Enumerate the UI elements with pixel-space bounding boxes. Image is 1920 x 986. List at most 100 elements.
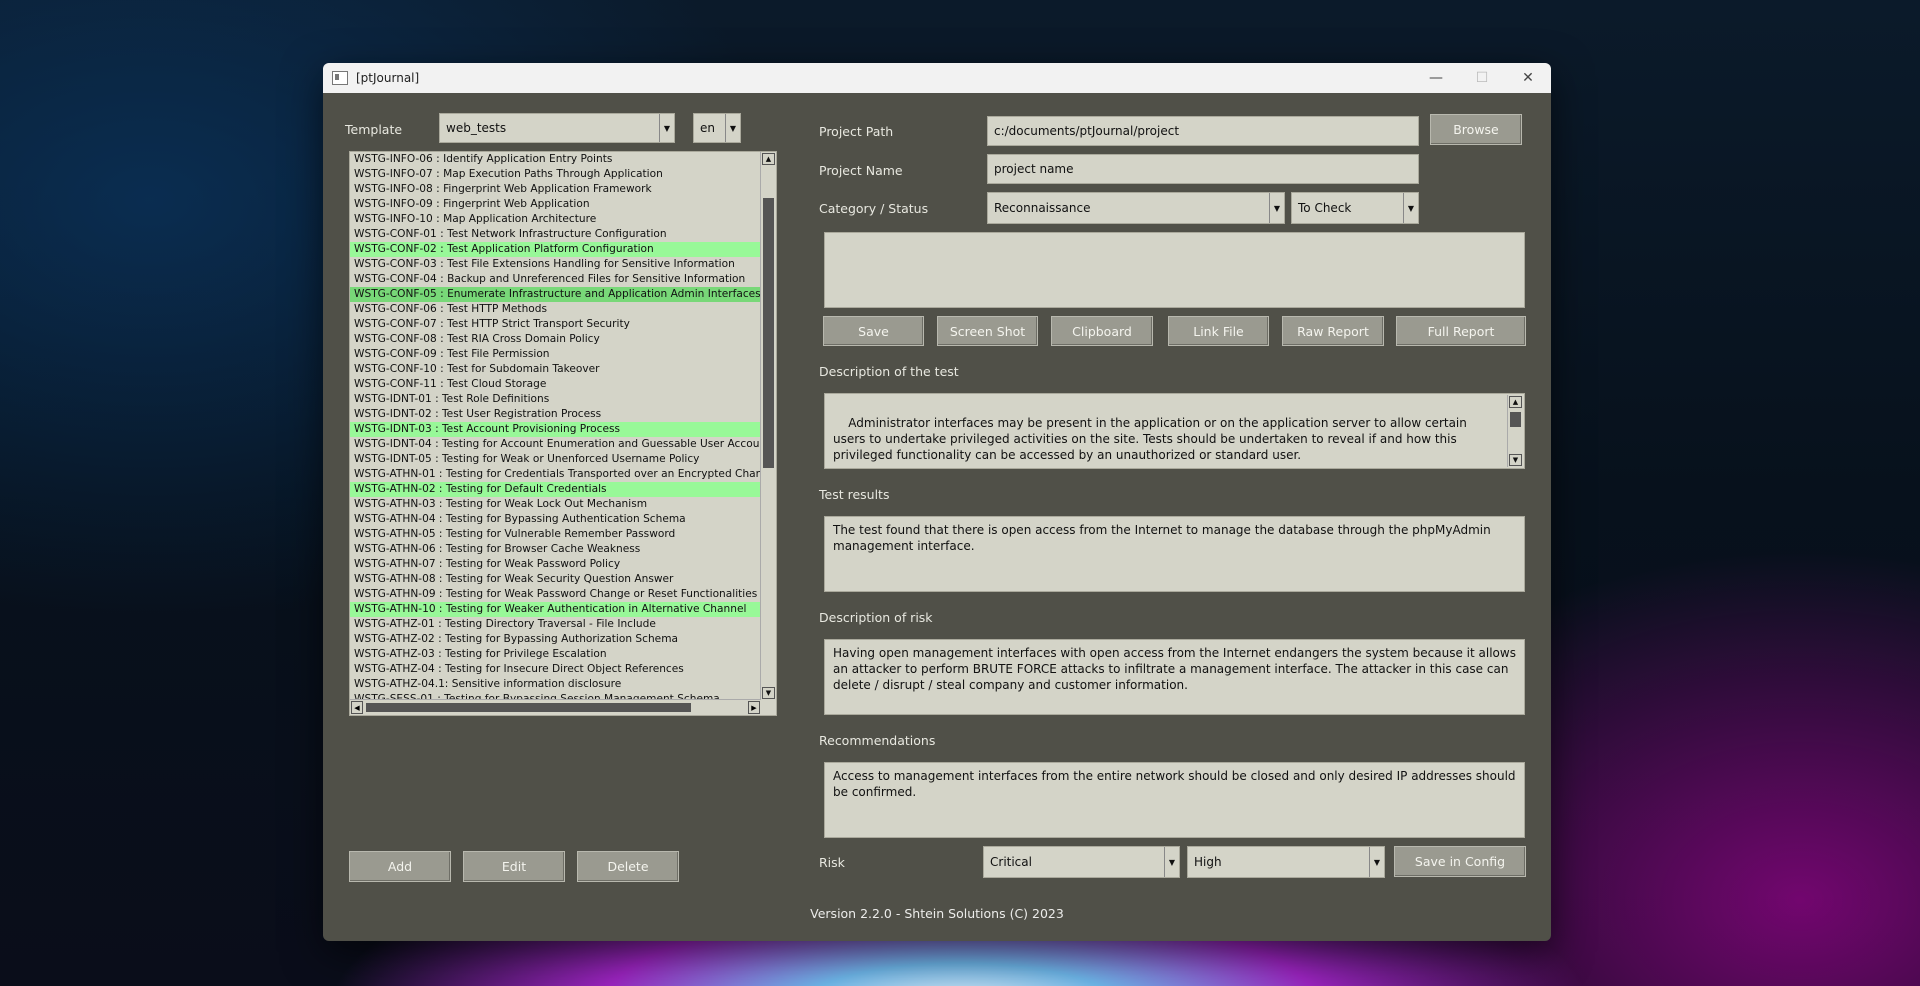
list-item[interactable]: WSTG-INFO-10 : Map Application Architect…	[350, 212, 760, 227]
scroll-down-icon[interactable]: ▼	[1509, 454, 1522, 466]
template-label: Template	[345, 122, 403, 137]
template-value: web_tests	[446, 121, 507, 135]
risk-level-select[interactable]: High ▼	[1187, 846, 1385, 878]
delete-button[interactable]: Delete	[577, 851, 679, 882]
list-item[interactable]: WSTG-ATHN-02 : Testing for Default Crede…	[350, 482, 760, 497]
description-scrollbar[interactable]: ▲ ▼	[1507, 395, 1523, 467]
list-item[interactable]: WSTG-CONF-04 : Backup and Unreferenced F…	[350, 272, 760, 287]
horizontal-scrollbar[interactable]: ◀ ▶	[350, 699, 761, 715]
screenshot-button[interactable]: Screen Shot	[937, 316, 1038, 346]
category-status-label: Category / Status	[819, 201, 929, 216]
chevron-down-icon: ▼	[1403, 193, 1418, 223]
app-window: [ptJournal] — ☐ ✕ Template web_tests ▼ e…	[323, 63, 1551, 941]
list-item[interactable]: WSTG-INFO-07 : Map Execution Paths Throu…	[350, 167, 760, 182]
list-item[interactable]: WSTG-INFO-09 : Fingerprint Web Applicati…	[350, 197, 760, 212]
list-item[interactable]: WSTG-IDNT-05 : Testing for Weak or Unenf…	[350, 452, 760, 467]
category-select[interactable]: Reconnaissance ▼	[987, 192, 1285, 224]
maximize-icon[interactable]: ☐	[1459, 63, 1505, 93]
status-value: To Check	[1298, 201, 1352, 215]
scroll-thumb-horizontal[interactable]	[366, 703, 691, 712]
list-item[interactable]: WSTG-ATHZ-04.1: Sensitive information di…	[350, 677, 760, 692]
list-item[interactable]: WSTG-ATHZ-03 : Testing for Privilege Esc…	[350, 647, 760, 662]
project-name-input[interactable]: project name	[987, 154, 1419, 184]
list-item[interactable]: WSTG-IDNT-03 : Test Account Provisioning…	[350, 422, 760, 437]
language-value: en	[700, 121, 715, 135]
list-item[interactable]: WSTG-ATHZ-02 : Testing for Bypassing Aut…	[350, 632, 760, 647]
list-item[interactable]: WSTG-CONF-10 : Test for Subdomain Takeov…	[350, 362, 760, 377]
version-footer: Version 2.2.0 - Shtein Solutions (C) 202…	[810, 906, 1064, 921]
description-label: Description of the test	[819, 364, 959, 379]
close-icon[interactable]: ✕	[1505, 63, 1551, 93]
save-in-config-button[interactable]: Save in Config	[1394, 846, 1526, 877]
template-select[interactable]: web_tests ▼	[439, 113, 675, 143]
list-item[interactable]: WSTG-ATHN-09 : Testing for Weak Password…	[350, 587, 760, 602]
list-item[interactable]: WSTG-INFO-06 : Identify Application Entr…	[350, 152, 760, 167]
list-item[interactable]: WSTG-ATHN-05 : Testing for Vulnerable Re…	[350, 527, 760, 542]
notes-textarea[interactable]	[824, 232, 1525, 308]
scroll-thumb[interactable]	[763, 198, 774, 468]
risk-severity-value: Critical	[990, 855, 1032, 869]
project-path-input[interactable]: c:/documents/ptJournal/project	[987, 116, 1419, 146]
test-list[interactable]: WSTG-INFO-06 : Identify Application Entr…	[349, 151, 777, 716]
list-item[interactable]: WSTG-ATHN-04 : Testing for Bypassing Aut…	[350, 512, 760, 527]
list-item[interactable]: WSTG-ATHN-01 : Testing for Credentials T…	[350, 467, 760, 482]
list-item[interactable]: WSTG-CONF-07 : Test HTTP Strict Transpor…	[350, 317, 760, 332]
chevron-down-icon: ▼	[1269, 193, 1284, 223]
recommendations-textarea[interactable]: Access to management interfaces from the…	[824, 762, 1525, 838]
list-item[interactable]: WSTG-INFO-08 : Fingerprint Web Applicati…	[350, 182, 760, 197]
add-button[interactable]: Add	[349, 851, 451, 882]
scroll-down-icon[interactable]: ▼	[762, 687, 775, 699]
scroll-right-icon[interactable]: ▶	[748, 701, 760, 714]
results-textarea[interactable]: The test found that there is open access…	[824, 516, 1525, 592]
risk-level-value: High	[1194, 855, 1222, 869]
scroll-thumb[interactable]	[1510, 412, 1521, 427]
window-title: [ptJournal]	[356, 71, 420, 85]
edit-button[interactable]: Edit	[463, 851, 565, 882]
clipboard-button[interactable]: Clipboard	[1051, 316, 1153, 346]
list-item[interactable]: WSTG-CONF-08 : Test RIA Cross Domain Pol…	[350, 332, 760, 347]
title-bar[interactable]: [ptJournal] — ☐ ✕	[323, 63, 1551, 93]
chevron-down-icon: ▼	[659, 114, 674, 142]
list-item[interactable]: WSTG-ATHN-03 : Testing for Weak Lock Out…	[350, 497, 760, 512]
risk-description-textarea[interactable]: Having open management interfaces with o…	[824, 639, 1525, 715]
scroll-up-icon[interactable]: ▲	[762, 153, 775, 165]
list-item[interactable]: WSTG-IDNT-02 : Test User Registration Pr…	[350, 407, 760, 422]
list-item[interactable]: WSTG-CONF-09 : Test File Permission	[350, 347, 760, 362]
raw-report-button[interactable]: Raw Report	[1282, 316, 1384, 346]
chevron-down-icon: ▼	[1164, 847, 1179, 877]
full-report-button[interactable]: Full Report	[1396, 316, 1526, 346]
browse-button[interactable]: Browse	[1430, 114, 1522, 145]
list-item[interactable]: WSTG-CONF-01 : Test Network Infrastructu…	[350, 227, 760, 242]
list-item[interactable]: WSTG-CONF-02 : Test Application Platform…	[350, 242, 760, 257]
list-item[interactable]: WSTG-CONF-06 : Test HTTP Methods	[350, 302, 760, 317]
list-item[interactable]: WSTG-CONF-05 : Enumerate Infrastructure …	[350, 287, 760, 302]
chevron-down-icon: ▼	[725, 114, 740, 142]
list-item[interactable]: WSTG-ATHN-10 : Testing for Weaker Authen…	[350, 602, 760, 617]
status-select[interactable]: To Check ▼	[1291, 192, 1419, 224]
list-item[interactable]: WSTG-CONF-03 : Test File Extensions Hand…	[350, 257, 760, 272]
list-item[interactable]: WSTG-CONF-11 : Test Cloud Storage	[350, 377, 760, 392]
app-icon	[332, 71, 348, 85]
scroll-left-icon[interactable]: ◀	[351, 701, 363, 714]
chevron-down-icon: ▼	[1369, 847, 1384, 877]
description-text: Administrator interfaces may be present …	[833, 416, 1467, 462]
scroll-up-icon[interactable]: ▲	[1509, 396, 1522, 408]
vertical-scrollbar[interactable]: ▲ ▼	[760, 152, 776, 700]
risk-severity-select[interactable]: Critical ▼	[983, 846, 1180, 878]
list-item[interactable]: WSTG-IDNT-04 : Testing for Account Enume…	[350, 437, 760, 452]
save-button[interactable]: Save	[823, 316, 924, 346]
risk-label: Risk	[819, 855, 845, 870]
list-item[interactable]: WSTG-ATHN-06 : Testing for Browser Cache…	[350, 542, 760, 557]
language-select[interactable]: en ▼	[693, 113, 741, 143]
results-label: Test results	[819, 487, 890, 502]
minimize-icon[interactable]: —	[1413, 63, 1459, 93]
list-item[interactable]: WSTG-ATHZ-01 : Testing Directory Travers…	[350, 617, 760, 632]
recommendations-label: Recommendations	[819, 733, 936, 748]
list-item[interactable]: WSTG-ATHN-08 : Testing for Weak Security…	[350, 572, 760, 587]
list-item[interactable]: WSTG-ATHN-07 : Testing for Weak Password…	[350, 557, 760, 572]
list-item[interactable]: WSTG-ATHZ-04 : Testing for Insecure Dire…	[350, 662, 760, 677]
description-textarea[interactable]: Administrator interfaces may be present …	[824, 393, 1525, 469]
risk-description-label: Description of risk	[819, 610, 933, 625]
link-file-button[interactable]: Link File	[1168, 316, 1269, 346]
list-item[interactable]: WSTG-IDNT-01 : Test Role Definitions	[350, 392, 760, 407]
